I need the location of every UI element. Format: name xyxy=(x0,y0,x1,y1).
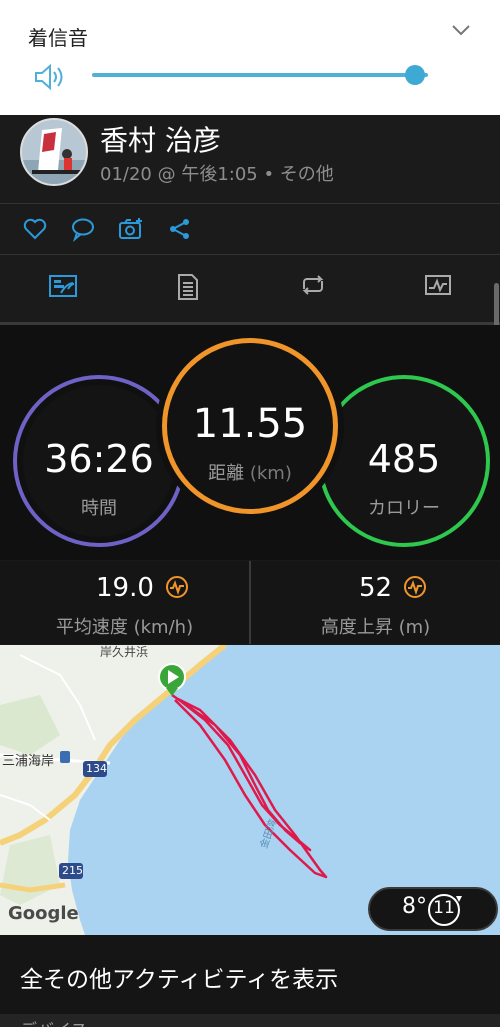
road-shield-134: 134 xyxy=(86,762,107,775)
user-name: 香村 治彦 xyxy=(100,124,221,157)
tab-charts[interactable] xyxy=(375,255,500,325)
road-shield-215: 215 xyxy=(62,864,83,877)
elevation-value: 52 xyxy=(359,573,393,603)
distance-unit: (km) xyxy=(249,463,292,484)
speaker-icon[interactable] xyxy=(33,62,65,92)
chevron-down-icon[interactable] xyxy=(450,22,472,38)
map-label-place-left: 三浦海岸 xyxy=(2,754,55,769)
volume-title: 着信音 xyxy=(28,26,88,50)
avg-speed-label: 平均速度 (km/h) xyxy=(55,617,194,638)
camera-add-icon[interactable] xyxy=(118,216,144,242)
devices-section-header: デバイス xyxy=(0,1014,500,1027)
distance-label: 距離 xyxy=(208,463,245,484)
calories-value: 485 xyxy=(367,437,441,481)
stats-area: 36:26 時間 485 カロリー 11.55 距離 (km) xyxy=(0,325,500,560)
show-all-activities-row[interactable]: 全その他アクティビティを表示 xyxy=(0,935,500,1015)
wind-speed: 11 xyxy=(433,898,455,918)
heart-icon[interactable] xyxy=(22,216,48,242)
document-icon xyxy=(177,274,198,300)
devices-section-label: デバイス xyxy=(20,1016,88,1027)
pulse-icon xyxy=(404,576,426,598)
comment-icon[interactable] xyxy=(70,216,96,242)
map-label-place-top: 岸久井浜 xyxy=(100,645,149,659)
volume-panel: 着信音 xyxy=(0,0,500,115)
pulse-icon xyxy=(166,576,188,598)
elevation-cell[interactable]: 52 高度上昇 (m) xyxy=(251,561,500,644)
distance-label-row: 距離 (km) xyxy=(167,459,333,485)
summary-row: 19.0 平均速度 (km/h) 52 高度上昇 (m) xyxy=(0,561,500,644)
tab-laps[interactable] xyxy=(250,255,375,325)
summary-tab-icon xyxy=(48,275,77,297)
avg-speed-cell[interactable]: 19.0 平均速度 (km/h) xyxy=(0,561,249,644)
calories-circle: 485 カロリー xyxy=(318,375,490,547)
tab-bar xyxy=(0,255,500,326)
calories-label: カロリー xyxy=(368,498,440,519)
activity-meta: 01/20 @ 午後1:05 • その他 xyxy=(100,164,334,185)
activity-header: 香村 治彦 01/20 @ 午後1:05 • その他 xyxy=(0,115,500,203)
tab-summary[interactable] xyxy=(0,255,125,325)
avg-speed-value: 19.0 xyxy=(96,573,154,603)
share-icon[interactable] xyxy=(167,216,193,242)
weather-temp: 8° xyxy=(402,894,427,919)
repeat-icon xyxy=(302,275,323,295)
time-circle: 36:26 時間 xyxy=(13,375,185,547)
time-label: 時間 xyxy=(81,498,117,519)
show-all-activities-link[interactable]: 全その他アクティビティを表示 xyxy=(20,960,338,994)
chart-icon xyxy=(424,275,451,295)
distance-circle: 11.55 距離 (km) xyxy=(162,338,338,514)
social-actions xyxy=(0,204,500,254)
volume-slider-track[interactable] xyxy=(92,73,428,77)
google-logo: Google xyxy=(8,903,79,924)
elevation-label: 高度上昇 (m) xyxy=(320,617,431,638)
distance-value: 11.55 xyxy=(192,401,308,447)
volume-slider-thumb[interactable] xyxy=(404,65,425,85)
time-value: 36:26 xyxy=(44,437,154,481)
tab-details[interactable] xyxy=(125,255,250,325)
avatar[interactable] xyxy=(20,118,88,186)
